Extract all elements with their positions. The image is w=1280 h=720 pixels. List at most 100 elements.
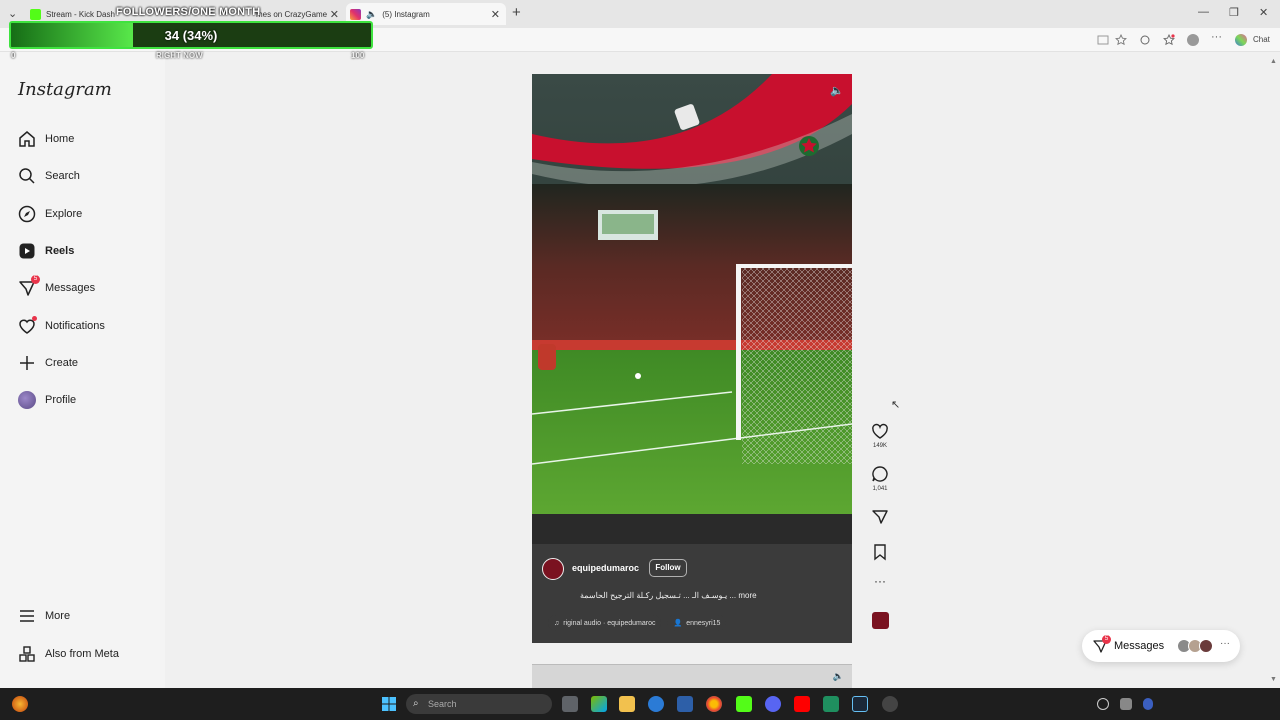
chrome-icon[interactable] xyxy=(706,696,722,712)
reader-view-icon[interactable] xyxy=(1097,34,1109,46)
messenger-icon: 5 xyxy=(1092,635,1111,654)
kick-app-icon[interactable] xyxy=(736,696,752,712)
scroll-up-icon[interactable]: ▲ xyxy=(1270,58,1277,65)
next-reel-preview[interactable]: 🔈 xyxy=(532,664,852,688)
tagged-user-label: ennesyri15 xyxy=(686,619,721,627)
audio-label: riginal audio · equipedumaroc xyxy=(563,619,656,627)
microphone-icon[interactable] xyxy=(1143,698,1153,710)
chat-label[interactable]: Chat xyxy=(1253,35,1270,44)
restore-icon[interactable]: ❐ xyxy=(1229,6,1239,19)
more-dots-icon: ··· xyxy=(1220,638,1230,649)
save-bookmark-icon[interactable] xyxy=(870,543,890,561)
messages-pill-label: Messages xyxy=(1114,640,1165,652)
sidebar-item-messages[interactable]: 5 Messages xyxy=(18,275,158,299)
discord-icon[interactable] xyxy=(765,696,781,712)
sidebar-item-reels[interactable]: Reels xyxy=(18,240,158,262)
messages-pill[interactable]: 5 Messages ··· xyxy=(1082,630,1240,662)
task-view-icon[interactable] xyxy=(562,696,578,712)
hamburger-menu-icon xyxy=(20,610,34,622)
widget-value: 34 (34%) xyxy=(164,28,218,43)
music-note-icon: ♫ xyxy=(554,619,560,627)
scroll-down-icon[interactable]: ▼ xyxy=(1270,676,1277,683)
person-icon: 👤 xyxy=(673,620,683,627)
page-scrollbar[interactable]: ▲ ▼ xyxy=(1267,52,1280,688)
sidebar-item-search[interactable]: Search xyxy=(18,165,158,187)
reel-audio-row: ♫ riginal audio · equipedumaroc 👤 ennesy… xyxy=(548,614,732,632)
sidebar-item-create[interactable]: Create xyxy=(18,352,158,374)
obs-icon[interactable] xyxy=(882,696,898,712)
app-icon[interactable] xyxy=(823,696,839,712)
sidebar-item-label: Notifications xyxy=(45,320,105,332)
instagram-logo[interactable]: Instagram xyxy=(18,79,112,100)
sidebar-item-label: Home xyxy=(45,133,75,145)
sidebar-item-label: Create xyxy=(45,357,79,369)
more-options-icon[interactable]: ··· xyxy=(870,574,890,588)
new-tab-icon[interactable]: + xyxy=(512,4,521,21)
extensions-icon[interactable] xyxy=(1139,34,1151,46)
tray-icon[interactable] xyxy=(1120,698,1132,710)
mute-toggle-icon[interactable]: 🔈 xyxy=(833,671,844,682)
tagged-user-chip[interactable]: 👤 ennesyri15 xyxy=(667,615,727,631)
favorite-star-icon[interactable] xyxy=(1115,34,1127,46)
taskbar-search-box[interactable]: ⌕ Search xyxy=(406,694,552,714)
heart-icon xyxy=(18,316,37,335)
widget-min-label: 0 xyxy=(11,51,16,60)
compass-icon xyxy=(18,205,36,223)
reel-video[interactable]: 🔈 xyxy=(532,74,852,643)
widget-max-label: 100 xyxy=(351,51,365,60)
audio-chip[interactable]: ♫ riginal audio · equipedumaroc xyxy=(548,615,662,631)
widget-mid-label: RIGHT NOW xyxy=(156,51,203,60)
tab-label: (5) Instagram xyxy=(382,9,430,19)
file-explorer-icon[interactable] xyxy=(619,696,635,712)
stadium-scene xyxy=(532,74,852,643)
edge-browser-icon[interactable] xyxy=(648,696,664,712)
follow-button[interactable]: Follow xyxy=(649,559,687,577)
taskbar-search-placeholder: Search xyxy=(428,699,457,709)
messenger-icon: 5 xyxy=(18,275,40,297)
sidebar-item-also-from-meta[interactable]: Also from Meta xyxy=(18,643,158,665)
messages-pill-badge: 5 xyxy=(1102,635,1111,644)
store-icon[interactable] xyxy=(677,696,693,712)
sidebar-item-home[interactable]: Home xyxy=(18,128,158,150)
close-tab-icon[interactable]: ✕ xyxy=(491,8,500,21)
share-send-icon[interactable] xyxy=(870,508,890,526)
sidebar-item-profile[interactable]: Profile xyxy=(18,389,158,411)
audio-thumbnail-icon[interactable] xyxy=(872,612,889,629)
sidebar-item-label: Profile xyxy=(45,394,77,406)
mute-toggle-icon[interactable]: 🔈 xyxy=(830,84,844,97)
reel-author-avatar[interactable] xyxy=(542,558,564,580)
app-icon[interactable] xyxy=(591,696,607,712)
steam-icon[interactable] xyxy=(852,696,868,712)
followers-goal-widget: FOLLOWERS/ONE MONTH 34 (34%) 0 RIGHT NOW… xyxy=(9,4,373,60)
sidebar-item-label: Also from Meta xyxy=(45,648,119,660)
tray-icon[interactable] xyxy=(1097,698,1109,710)
sidebar-item-label: Explore xyxy=(45,208,83,220)
favorites-icon[interactable] xyxy=(1163,34,1175,46)
like-count: 149K xyxy=(872,443,887,449)
copilot-icon[interactable] xyxy=(1235,34,1247,46)
sidebar-item-notifications[interactable]: Notifications xyxy=(18,315,158,337)
reel-caption[interactable]: يـوسـف الـ ... تـسجيل ركـلة الترجيح الحا… xyxy=(580,591,757,600)
search-icon: ⌕ xyxy=(413,698,419,709)
avatar xyxy=(1199,639,1213,653)
like-heart-icon[interactable] xyxy=(870,422,890,440)
sidebar-item-more[interactable]: More xyxy=(18,605,158,627)
comment-count: 1,041 xyxy=(872,486,888,492)
reel-username[interactable]: equipedumaroc xyxy=(572,563,639,573)
close-window-icon[interactable]: ✕ xyxy=(1259,6,1268,19)
avatar xyxy=(18,391,36,409)
windows-start-icon[interactable] xyxy=(381,696,397,712)
reels-icon xyxy=(19,243,35,259)
meta-apps-icon xyxy=(19,646,35,662)
mouse-cursor-icon: ↖ xyxy=(891,399,901,411)
widget-title: FOLLOWERS/ONE MONTH xyxy=(116,6,261,18)
sidebar-item-label: More xyxy=(45,610,71,622)
profile-avatar-icon[interactable] xyxy=(1187,34,1199,46)
sidebar-item-explore[interactable]: Explore xyxy=(18,203,158,225)
weather-widget-icon[interactable] xyxy=(12,696,28,712)
minimize-icon[interactable]: — xyxy=(1198,6,1209,18)
settings-more-icon[interactable]: ··· xyxy=(1211,31,1223,43)
comment-icon[interactable] xyxy=(870,465,890,483)
youtube-icon[interactable] xyxy=(794,696,810,712)
windows-taskbar: ⌕ Search xyxy=(0,688,1280,720)
